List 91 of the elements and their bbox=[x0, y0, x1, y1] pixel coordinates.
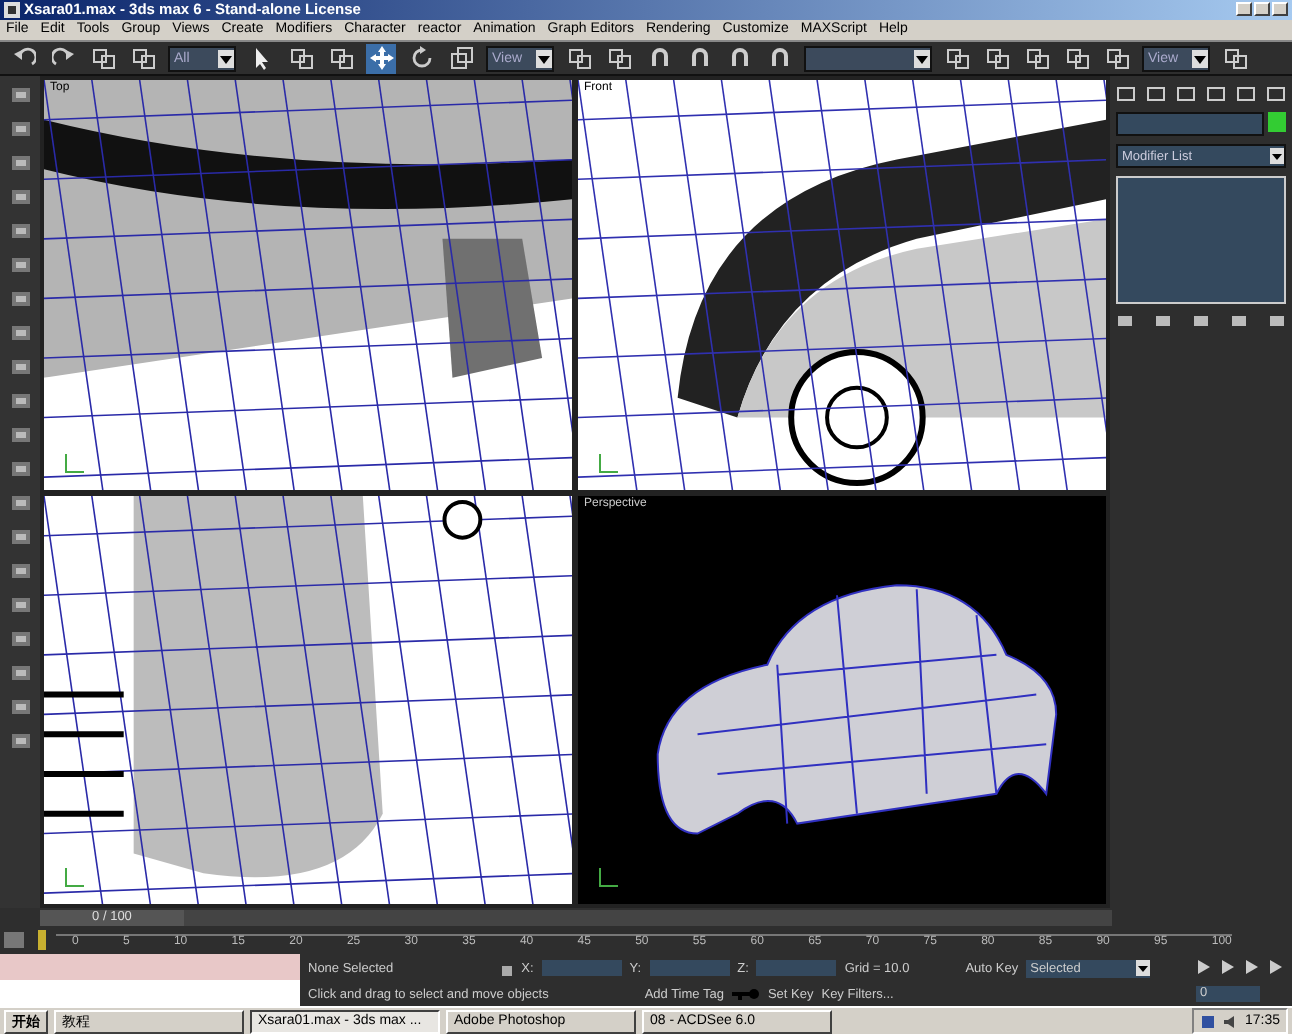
tool-icon[interactable] bbox=[9, 118, 31, 141]
tool-icon[interactable] bbox=[9, 186, 31, 209]
tool-icon bbox=[567, 46, 591, 71]
maximize-button[interactable] bbox=[1254, 2, 1270, 17]
tool-icon bbox=[329, 46, 353, 71]
move-icon bbox=[369, 46, 393, 71]
tool-button[interactable] bbox=[1022, 43, 1052, 74]
x-field[interactable] bbox=[541, 960, 622, 977]
magnet-icon bbox=[727, 46, 751, 71]
magnet-icon bbox=[687, 46, 711, 71]
tool-icon bbox=[1025, 46, 1049, 71]
tool-icon bbox=[1065, 46, 1089, 71]
panel-tab-icon[interactable] bbox=[1206, 84, 1226, 105]
tool-icon[interactable] bbox=[9, 356, 31, 379]
scale-icon bbox=[449, 46, 473, 71]
tool-button[interactable] bbox=[604, 43, 634, 74]
speaker-icon[interactable] bbox=[1222, 1013, 1239, 1030]
rotate-icon bbox=[409, 46, 433, 71]
axis-icon bbox=[64, 868, 84, 889]
tool-icon bbox=[1105, 46, 1129, 71]
caret-icon bbox=[914, 49, 930, 68]
tool-icon[interactable] bbox=[9, 322, 31, 345]
toolbar-dropdown[interactable] bbox=[804, 45, 932, 72]
tool-icon[interactable] bbox=[9, 662, 31, 685]
tool-button[interactable] bbox=[128, 43, 158, 74]
tool-icon bbox=[607, 46, 631, 71]
axis-icon bbox=[598, 453, 618, 474]
tool-icon[interactable] bbox=[9, 628, 31, 651]
tool-button[interactable] bbox=[286, 43, 316, 74]
tool-icon[interactable] bbox=[9, 526, 31, 549]
magnet-icon bbox=[767, 46, 791, 71]
tool-icon[interactable] bbox=[9, 254, 31, 277]
tool-icon bbox=[985, 46, 1009, 71]
y-field[interactable] bbox=[649, 960, 730, 977]
caret-icon bbox=[1192, 49, 1208, 68]
redo-icon bbox=[51, 46, 75, 71]
tool-icon bbox=[1223, 46, 1247, 71]
tool-icon[interactable] bbox=[9, 730, 31, 753]
stack-tool-icon[interactable] bbox=[1154, 312, 1172, 331]
panel-tab-icon[interactable] bbox=[1146, 84, 1166, 105]
tool-icon[interactable] bbox=[9, 458, 31, 481]
tool-icon[interactable] bbox=[9, 84, 31, 107]
object-name-field[interactable] bbox=[1116, 112, 1264, 137]
minimize-button[interactable] bbox=[1236, 2, 1252, 17]
caret-icon bbox=[1270, 148, 1284, 165]
axis-icon bbox=[598, 868, 618, 889]
magnet-icon bbox=[647, 46, 671, 71]
move-button[interactable] bbox=[366, 43, 396, 74]
object-color-swatch[interactable] bbox=[1268, 112, 1286, 133]
tool-icon[interactable] bbox=[9, 696, 31, 719]
stack-tool-icon[interactable] bbox=[1230, 312, 1248, 331]
tool-button[interactable] bbox=[564, 43, 594, 74]
tray-icon[interactable] bbox=[1200, 1013, 1217, 1030]
tool-button[interactable] bbox=[982, 43, 1012, 74]
close-button[interactable] bbox=[1272, 2, 1288, 17]
tool-button[interactable] bbox=[1220, 43, 1250, 74]
modifier-stack[interactable] bbox=[1116, 176, 1286, 305]
tool-icon[interactable] bbox=[9, 594, 31, 617]
tool-icon[interactable] bbox=[9, 492, 31, 515]
tool-button[interactable] bbox=[88, 43, 118, 74]
scale-button[interactable] bbox=[446, 43, 476, 74]
tool-icon bbox=[945, 46, 969, 71]
tool-button[interactable] bbox=[326, 43, 356, 74]
tool-icon[interactable] bbox=[9, 424, 31, 447]
caret-icon bbox=[1136, 960, 1151, 977]
tool-icon[interactable] bbox=[9, 390, 31, 413]
tool-icon bbox=[289, 46, 313, 71]
caret-icon bbox=[218, 49, 234, 68]
stack-tool-icon[interactable] bbox=[1116, 312, 1134, 331]
panel-tab-icon[interactable] bbox=[1176, 84, 1196, 105]
tool-icon[interactable] bbox=[9, 220, 31, 243]
panel-tab-icon[interactable] bbox=[1116, 84, 1136, 105]
z-field[interactable] bbox=[756, 960, 837, 977]
tool-button[interactable] bbox=[1062, 43, 1092, 74]
tool-icon[interactable] bbox=[9, 288, 31, 311]
tool-icon[interactable] bbox=[9, 560, 31, 583]
undo-icon bbox=[11, 46, 35, 71]
tool-icon[interactable] bbox=[9, 152, 31, 175]
caret-icon bbox=[536, 49, 552, 68]
tool-button[interactable] bbox=[1102, 43, 1132, 74]
script-listener-field[interactable] bbox=[0, 954, 300, 981]
stack-tool-icon[interactable] bbox=[1192, 312, 1210, 331]
stack-tool-icon[interactable] bbox=[1268, 312, 1286, 331]
tool-icon bbox=[131, 46, 155, 71]
tool-button[interactable] bbox=[942, 43, 972, 74]
script-output-field[interactable] bbox=[0, 980, 300, 1007]
panel-tab-icon[interactable] bbox=[1236, 84, 1256, 105]
axis-icon bbox=[64, 453, 84, 474]
app-icon bbox=[4, 1, 20, 18]
tool-icon bbox=[91, 46, 115, 71]
panel-tab-icon[interactable] bbox=[1266, 84, 1286, 105]
